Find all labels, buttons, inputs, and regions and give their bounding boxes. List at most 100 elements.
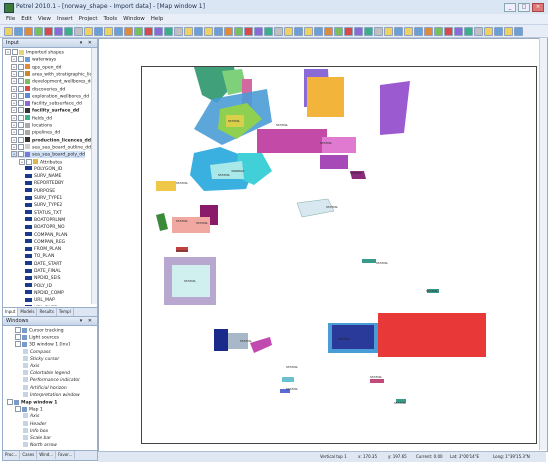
tree-item[interactable]: + sea_sea_board_poly_dd: [11, 151, 85, 159]
toolbar-tool-icon[interactable]: [154, 27, 163, 36]
toolbar-tool-icon[interactable]: [184, 27, 193, 36]
toolbar-tool-icon[interactable]: [384, 27, 393, 36]
map-vertical-scrollbar[interactable]: [539, 38, 547, 450]
toolbar-tool-icon[interactable]: [344, 27, 353, 36]
toolbar-tool-icon[interactable]: [294, 27, 303, 36]
expand-icon[interactable]: +: [5, 49, 11, 55]
input-panel-scrollbar[interactable]: [91, 48, 97, 304]
attribute-item[interactable]: PURPOSE: [25, 188, 55, 195]
attribute-item[interactable]: FROM_PLAN: [25, 246, 61, 253]
visibility-checkbox[interactable]: [18, 129, 24, 136]
toolbar-tool-icon[interactable]: [64, 27, 73, 36]
visibility-checkbox[interactable]: [18, 136, 24, 143]
visibility-checkbox[interactable]: [7, 399, 13, 405]
map-polygon[interactable]: [362, 259, 376, 263]
toolbar-tool-icon[interactable]: [44, 27, 53, 36]
menu-item-project[interactable]: Project: [79, 14, 98, 24]
toolbar-tool-icon[interactable]: [34, 27, 43, 36]
visibility-checkbox[interactable]: [18, 56, 24, 63]
toolbar-tool-icon[interactable]: [104, 27, 113, 36]
expand-icon[interactable]: +: [11, 107, 17, 114]
map-polygon[interactable]: [320, 155, 348, 169]
toolbar-tool-icon[interactable]: [24, 27, 33, 36]
toolbar-tool-icon[interactable]: [134, 27, 143, 36]
toolbar-tool-icon[interactable]: [434, 27, 443, 36]
toolbar-tool-icon[interactable]: [334, 27, 343, 36]
window-tree-item[interactable]: Artificial horizon: [23, 384, 67, 392]
expand-icon[interactable]: +: [11, 114, 17, 121]
visibility-checkbox[interactable]: [18, 85, 24, 92]
toolbar-tool-icon[interactable]: [464, 27, 473, 36]
tree-item[interactable]: + waterways: [11, 56, 56, 63]
window-tree-item[interactable]: Sticky cursor: [23, 355, 59, 363]
toolbar-tool-icon[interactable]: [474, 27, 483, 36]
window-tree-item[interactable]: Map window 1: [7, 399, 57, 406]
tree-item[interactable]: + locations: [11, 122, 52, 129]
minimize-button[interactable]: _: [504, 3, 516, 12]
window-tree-item[interactable]: Light sources: [15, 334, 59, 341]
visibility-checkbox[interactable]: [18, 92, 24, 99]
visibility-checkbox[interactable]: [15, 341, 21, 348]
tree-item[interactable]: + sea_sea_board_outline_dd: [11, 143, 91, 151]
toolbar-tool-icon[interactable]: [4, 27, 13, 36]
tab-bottom[interactable]: Wind...: [37, 451, 57, 459]
expand-icon[interactable]: +: [11, 151, 17, 158]
visibility-checkbox[interactable]: [18, 78, 24, 85]
map-polygon[interactable]: [156, 181, 176, 191]
attribute-item[interactable]: TO_PLAN: [25, 253, 54, 260]
tab-results[interactable]: Results: [37, 308, 57, 316]
toolbar-tool-icon[interactable]: [224, 27, 233, 36]
attribute-item[interactable]: STATUS_TXT: [25, 210, 62, 217]
toolbar-tool-icon[interactable]: [324, 27, 333, 36]
tree-item[interactable]: + Imported shapes: [5, 49, 64, 56]
expand-icon[interactable]: +: [11, 143, 17, 150]
toolbar-tool-icon[interactable]: [424, 27, 433, 36]
toolbar-tool-icon[interactable]: [354, 27, 363, 36]
expand-icon[interactable]: +: [11, 122, 17, 128]
tree-item[interactable]: + development_wellbores_dd: [11, 78, 93, 85]
map-polygon[interactable]: [307, 77, 344, 117]
expand-icon[interactable]: +: [11, 63, 17, 70]
toolbar-tool-icon[interactable]: [404, 27, 413, 36]
attribute-item[interactable]: SURV_TYPE1: [25, 195, 62, 202]
attribute-item[interactable]: DATE_START: [25, 261, 62, 268]
map-polygon[interactable]: [214, 329, 228, 351]
map-polygon[interactable]: [156, 213, 168, 231]
visibility-checkbox[interactable]: [18, 63, 24, 70]
panel-controls[interactable]: ▾ ✕: [80, 39, 94, 47]
map-polygon[interactable]: [250, 337, 272, 353]
window-tree-item[interactable]: Axis: [23, 363, 39, 370]
toolbar-tool-icon[interactable]: [144, 27, 153, 36]
tree-item[interactable]: + qps_open_dd: [11, 63, 62, 71]
menu-item-edit[interactable]: Edit: [21, 14, 32, 24]
attribute-item[interactable]: NPDID_SEIS: [25, 275, 60, 282]
visibility-checkbox[interactable]: [18, 107, 24, 114]
attribute-item[interactable]: POLY_ID: [25, 283, 52, 290]
toolbar-tool-icon[interactable]: [244, 27, 253, 36]
maximize-button[interactable]: □: [518, 3, 530, 12]
toolbar-tool-icon[interactable]: [304, 27, 313, 36]
window-tree-item[interactable]: Axis: [23, 413, 39, 420]
expand-icon[interactable]: +: [11, 78, 17, 85]
toolbar-tool-icon[interactable]: [204, 27, 213, 36]
toolbar-tool-icon[interactable]: [484, 27, 493, 36]
visibility-checkbox[interactable]: [15, 406, 21, 413]
menu-item-view[interactable]: View: [38, 14, 51, 24]
window-tree-item[interactable]: Cursor tracking: [15, 327, 64, 334]
toolbar-tool-icon[interactable]: [284, 27, 293, 36]
tab-input[interactable]: Input: [3, 308, 19, 316]
toolbar-tool-icon[interactable]: [264, 27, 273, 36]
expand-icon[interactable]: +: [11, 92, 17, 99]
toolbar-tool-icon[interactable]: [114, 27, 123, 36]
toolbar-tool-icon[interactable]: [374, 27, 383, 36]
toolbar-tool-icon[interactable]: [234, 27, 243, 36]
toolbar-tool-icon[interactable]: [164, 27, 173, 36]
toolbar-tool-icon[interactable]: [14, 27, 23, 36]
attribute-item[interactable]: SURV_NAME: [25, 173, 62, 180]
window-tree-item[interactable]: Colortable legend: [23, 370, 70, 377]
map-polygon[interactable]: [282, 377, 294, 382]
menu-item-window[interactable]: Window: [123, 14, 145, 24]
map-polygon[interactable]: [378, 313, 486, 357]
close-button[interactable]: ×: [532, 3, 544, 12]
toolbar-tool-icon[interactable]: [194, 27, 203, 36]
